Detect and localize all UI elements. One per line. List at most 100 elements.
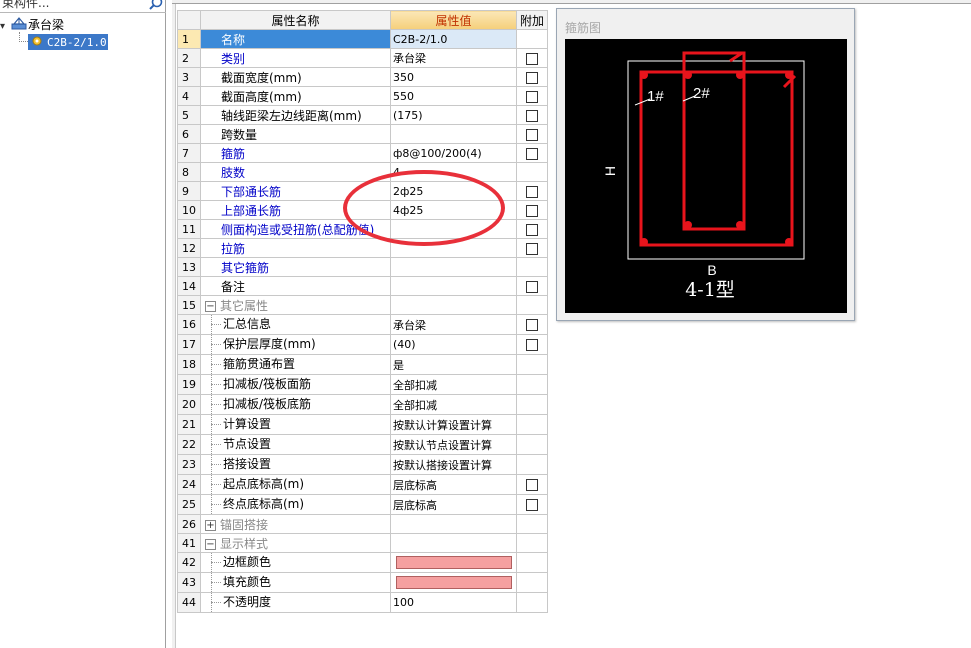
property-row[interactable]: 19 扣减板/筏板面筋 全部扣减 xyxy=(177,374,548,395)
property-name[interactable]: 截面高度(mm) xyxy=(200,86,391,106)
property-value[interactable]: 承台梁 xyxy=(390,314,517,335)
property-value[interactable] xyxy=(390,533,517,553)
property-row[interactable]: 20 扣减板/筏板底筋 全部扣减 xyxy=(177,394,548,415)
rebar-diagram-panel[interactable]: 箍筋图 1# 2# H B 4-1型 xyxy=(556,8,855,321)
property-row[interactable]: 21 计算设置 按默认计算设置计算 xyxy=(177,414,548,435)
extra-checkbox[interactable] xyxy=(526,339,538,351)
property-name[interactable]: 箍筋贯通布置 xyxy=(200,354,391,375)
property-name[interactable]: 汇总信息 xyxy=(200,314,391,335)
property-value[interactable] xyxy=(390,124,517,144)
property-value[interactable] xyxy=(390,295,517,315)
property-name[interactable]: 肢数 xyxy=(200,162,391,182)
property-value[interactable]: (175) xyxy=(390,105,517,125)
property-value[interactable] xyxy=(390,514,517,534)
property-row[interactable]: 18 箍筋贯通布置 是 xyxy=(177,354,548,375)
property-value[interactable]: 550 xyxy=(390,86,517,106)
property-value[interactable] xyxy=(390,276,517,296)
property-value[interactable]: 全部扣减 xyxy=(390,374,517,395)
property-row[interactable]: 15− 其它属性 xyxy=(177,295,548,315)
property-value[interactable]: 4ф25 xyxy=(390,200,517,220)
extra-checkbox[interactable] xyxy=(526,319,538,331)
property-row[interactable]: 16 汇总信息 承台梁 xyxy=(177,314,548,335)
search-box[interactable]: 束构件... xyxy=(0,0,166,13)
extra-checkbox[interactable] xyxy=(526,204,538,217)
grid-header-value[interactable]: 属性值 xyxy=(390,10,517,30)
property-value[interactable]: 4 xyxy=(390,162,517,182)
property-row[interactable]: 26 + 锚固搭接 xyxy=(177,514,548,534)
property-name[interactable]: − 其它属性 xyxy=(200,295,391,315)
extra-checkbox[interactable] xyxy=(526,71,538,84)
property-value[interactable]: 层底标高 xyxy=(390,494,517,515)
extra-checkbox[interactable] xyxy=(526,90,538,103)
property-value[interactable] xyxy=(390,219,517,239)
tree-item-c2b[interactable]: C2B-2/1.0 xyxy=(28,34,108,50)
extra-checkbox[interactable] xyxy=(526,242,538,255)
property-name[interactable]: 备注 xyxy=(200,276,391,296)
search-icon[interactable] xyxy=(148,0,164,12)
property-value[interactable]: 2ф25 xyxy=(390,181,517,201)
property-row[interactable]: 24 起点底标高(m) 层底标高 xyxy=(177,474,548,495)
property-name[interactable]: 不透明度 xyxy=(200,592,391,613)
extra-checkbox[interactable] xyxy=(526,147,538,160)
property-row[interactable]: 10 上部通长筋 4ф25 xyxy=(177,200,548,220)
property-row[interactable]: 23 搭接设置 按默认搭接设置计算 xyxy=(177,454,548,475)
property-row[interactable]: 6 跨数量 xyxy=(177,124,548,144)
property-row[interactable]: 9 下部通长筋 2ф25 xyxy=(177,181,548,201)
property-row[interactable]: 42 边框颜色 xyxy=(177,552,548,573)
property-name[interactable]: − 显示样式 xyxy=(200,533,391,553)
property-name[interactable]: 拉筋 xyxy=(200,238,391,258)
property-value[interactable] xyxy=(390,552,517,573)
property-row[interactable]: 13 其它箍筋 xyxy=(177,257,548,277)
property-name[interactable]: 扣减板/筏板底筋 xyxy=(200,394,391,415)
extra-checkbox[interactable] xyxy=(526,499,538,511)
expand-icon[interactable]: + xyxy=(205,519,216,531)
property-value[interactable] xyxy=(390,572,517,593)
property-value[interactable]: 承台梁 xyxy=(390,48,517,68)
extra-checkbox[interactable] xyxy=(526,223,538,236)
property-value[interactable]: (40) xyxy=(390,334,517,355)
property-value[interactable]: 350 xyxy=(390,67,517,87)
property-value[interactable]: 按默认节点设置计算 xyxy=(390,434,517,455)
property-row[interactable]: 41− 显示样式 xyxy=(177,533,548,553)
property-row[interactable]: 3 截面宽度(mm) 350 xyxy=(177,67,548,87)
property-row[interactable]: 1 名称 C2B-2/1.0 xyxy=(177,29,548,49)
extra-checkbox[interactable] xyxy=(526,109,538,122)
property-name[interactable]: 箍筋 xyxy=(200,143,391,163)
property-name[interactable]: + 锚固搭接 xyxy=(200,514,391,534)
property-value[interactable]: 按默认计算设置计算 xyxy=(390,414,517,435)
property-name[interactable]: 轴线距梁左边线距离(mm) xyxy=(200,105,391,125)
property-value[interactable]: 是 xyxy=(390,354,517,375)
collapse-arrow-icon[interactable]: ▾ xyxy=(0,19,10,35)
property-row[interactable]: 14 备注 xyxy=(177,276,548,296)
property-name[interactable]: 跨数量 xyxy=(200,124,391,144)
grid-header-extra[interactable]: 附加 xyxy=(516,10,548,30)
property-name[interactable]: 名称 xyxy=(200,29,391,49)
property-value[interactable]: 100 xyxy=(390,592,517,613)
property-value[interactable]: 全部扣减 xyxy=(390,394,517,415)
property-name[interactable]: 终点底标高(m) xyxy=(200,494,391,515)
extra-checkbox[interactable] xyxy=(526,185,538,198)
property-row[interactable]: 2 类别 承台梁 xyxy=(177,48,548,68)
property-name[interactable]: 侧面构造或受扭筋(总配筋值) xyxy=(200,219,391,239)
property-row[interactable]: 43 填充颜色 xyxy=(177,572,548,593)
tree-root-node[interactable]: ▾ 承台梁 xyxy=(0,17,64,33)
color-swatch[interactable] xyxy=(396,576,512,590)
property-row[interactable]: 44 不透明度 100 xyxy=(177,592,548,613)
property-value[interactable] xyxy=(390,257,517,277)
property-value[interactable] xyxy=(390,238,517,258)
property-name[interactable]: 下部通长筋 xyxy=(200,181,391,201)
grid-header-name[interactable]: 属性名称 xyxy=(200,10,391,30)
property-name[interactable]: 搭接设置 xyxy=(200,454,391,475)
property-name[interactable]: 节点设置 xyxy=(200,434,391,455)
property-name[interactable]: 计算设置 xyxy=(200,414,391,435)
property-name[interactable]: 上部通长筋 xyxy=(200,200,391,220)
property-name[interactable]: 扣减板/筏板面筋 xyxy=(200,374,391,395)
property-name[interactable]: 填充颜色 xyxy=(200,572,391,593)
property-value[interactable]: 层底标高 xyxy=(390,474,517,495)
property-row[interactable]: 22 节点设置 按默认节点设置计算 xyxy=(177,434,548,455)
property-row[interactable]: 11 侧面构造或受扭筋(总配筋值) xyxy=(177,219,548,239)
extra-checkbox[interactable] xyxy=(526,479,538,491)
property-row[interactable]: 7 箍筋 ф8@100/200(4) xyxy=(177,143,548,163)
extra-checkbox[interactable] xyxy=(526,128,538,141)
property-row[interactable]: 5 轴线距梁左边线距离(mm) (175) xyxy=(177,105,548,125)
